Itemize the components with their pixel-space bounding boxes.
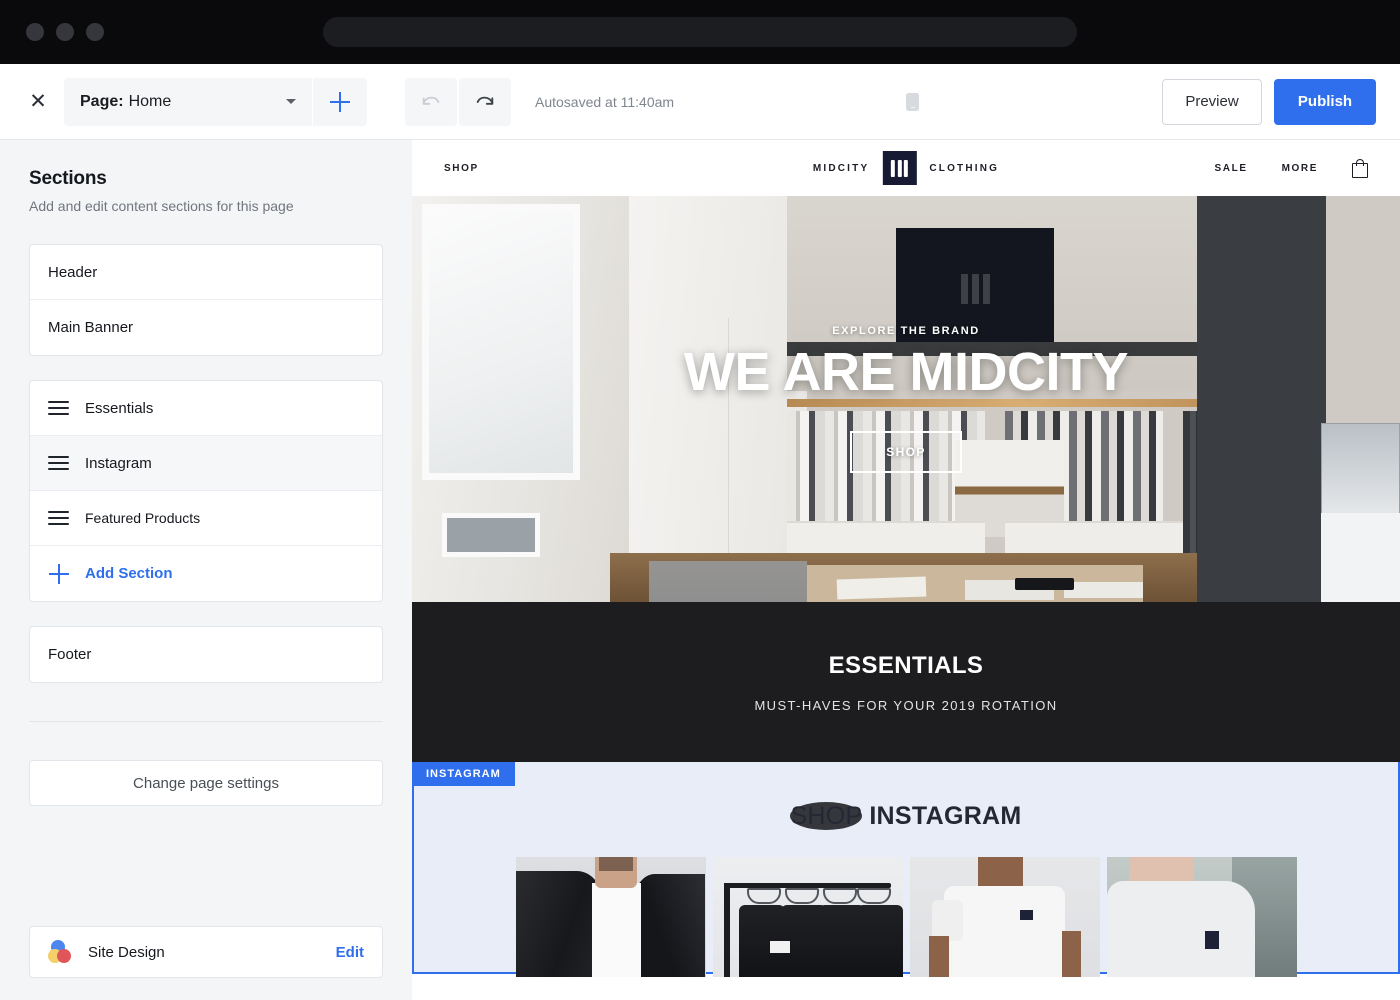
close-editor-button[interactable]: ✕ [24,88,52,116]
monitor-icon [872,93,892,110]
site-nav-right: SALE MORE [1215,158,1368,178]
section-row-footer[interactable]: Footer [30,627,382,682]
midcity-m-logo [882,151,917,185]
hero-title: WE ARE MIDCITY [684,342,1128,402]
section-row-header[interactable]: Header [30,245,382,300]
page-preview-canvas: SHOP MIDCITY CLOTHING SALE MORE EXPLORE … [412,140,1400,1000]
brand-word-left: MIDCITY [812,162,870,174]
redo-button[interactable] [459,77,511,126]
drag-handle-icon[interactable] [48,511,69,525]
instagram-title: SHOP INSTAGRAM [414,762,1398,831]
color-palette-icon [48,940,72,964]
instagram-section[interactable]: INSTAGRAM SHOP INSTAGRAM [412,762,1400,977]
instagram-tile[interactable] [515,857,706,977]
preview-site-header[interactable]: SHOP MIDCITY CLOTHING SALE MORE [412,140,1400,196]
history-controls [405,77,511,126]
site-design-label: Site Design [88,943,165,961]
autosave-status: Autosaved at 11:40am [535,93,675,110]
device-desktop-button[interactable] [872,93,892,110]
drag-handle-icon[interactable] [48,401,69,415]
hero-kicker: EXPLORE THE BRAND [832,325,980,337]
window-traffic-lights [26,23,104,41]
sections-sidebar: Sections Add and edit content sections f… [0,140,412,1000]
redo-arrow-icon [476,96,494,105]
site-nav-sale[interactable]: SALE [1215,163,1248,174]
drag-handle-icon[interactable] [48,456,69,470]
minimize-window-button[interactable] [56,23,74,41]
plus-icon [49,563,69,584]
phone-icon [906,92,919,111]
essentials-section[interactable]: ESSENTIALS MUST-HAVES FOR YOUR 2019 ROTA… [412,602,1400,762]
instagram-title-light: SHOP [790,802,863,830]
undo-button[interactable] [405,77,457,126]
hero-content-overlay: EXPLORE THE BRAND WE ARE MIDCITY SHOP [412,196,1400,602]
site-brand: MIDCITY CLOTHING [813,151,999,185]
section-label: Header [48,263,98,281]
sidebar-divider [29,721,383,722]
section-label: Footer [48,646,92,663]
browser-chrome [0,0,1400,64]
section-label: Featured Products [85,510,201,526]
section-row-essentials[interactable]: Essentials [30,381,382,436]
section-label: Essentials [85,399,154,417]
fixed-top-sections-card: Header Main Banner [29,244,383,356]
fixed-bottom-sections-card: Footer [29,626,383,683]
hero-banner-section[interactable]: EXPLORE THE BRAND WE ARE MIDCITY SHOP [412,196,1400,602]
instagram-tile[interactable] [909,857,1100,977]
change-page-settings-button[interactable]: Change page settings [29,760,383,806]
workspace: Sections Add and edit content sections f… [0,140,1400,1000]
instagram-section-badge: INSTAGRAM [412,762,515,786]
essentials-subtitle: MUST-HAVES FOR YOUR 2019 ROTATION [754,697,1058,713]
close-window-button[interactable] [26,23,44,41]
maximize-window-button[interactable] [86,23,104,41]
page-selector-value: Home [128,92,172,110]
instagram-title-bold: INSTAGRAM [869,802,1022,830]
add-page-button[interactable] [313,77,367,126]
section-label: Main Banner [48,319,134,336]
instagram-tile[interactable] [1106,857,1297,977]
undo-arrow-icon [422,96,440,105]
chevron-down-icon [286,99,296,104]
site-nav-shop[interactable]: SHOP [444,163,479,174]
brand-word-right: CLOTHING [929,162,1000,174]
section-row-featured-products[interactable]: Featured Products [30,491,382,546]
add-section-button[interactable]: Add Section [30,546,382,601]
essentials-title: ESSENTIALS [828,651,984,679]
site-design-edit-link[interactable]: Edit [336,944,364,961]
section-row-instagram[interactable]: Instagram [30,436,382,491]
device-preview-toggle [872,92,919,111]
sidebar-title: Sections [29,168,107,189]
preview-button[interactable]: Preview [1162,78,1262,125]
instagram-tile-grid [414,857,1398,977]
section-label: Instagram [85,454,152,472]
toolbar-actions: Preview Publish [1162,78,1376,125]
site-design-panel[interactable]: Site Design Edit [29,926,383,978]
publish-button[interactable]: Publish [1274,78,1376,125]
page-selector-label: Page: [80,92,124,110]
address-bar[interactable] [323,17,1077,47]
section-row-main-banner[interactable]: Main Banner [30,300,382,355]
plus-icon [330,91,350,112]
draggable-sections-card: Essentials Instagram Featured Products A… [29,380,383,602]
instagram-tile[interactable] [712,857,903,977]
sidebar-subtitle: Add and edit content sections for this p… [29,198,294,214]
page-selector-dropdown[interactable]: Page: Home [64,77,312,126]
add-section-label: Add Section [85,565,173,582]
shopping-bag-icon[interactable] [1352,158,1368,178]
hero-shop-button[interactable]: SHOP [850,431,962,473]
site-nav-more[interactable]: MORE [1282,163,1318,174]
editor-toolbar: ✕ Page: Home Autosaved at 11:40am Previe… [0,64,1400,140]
device-mobile-button[interactable] [906,92,919,111]
